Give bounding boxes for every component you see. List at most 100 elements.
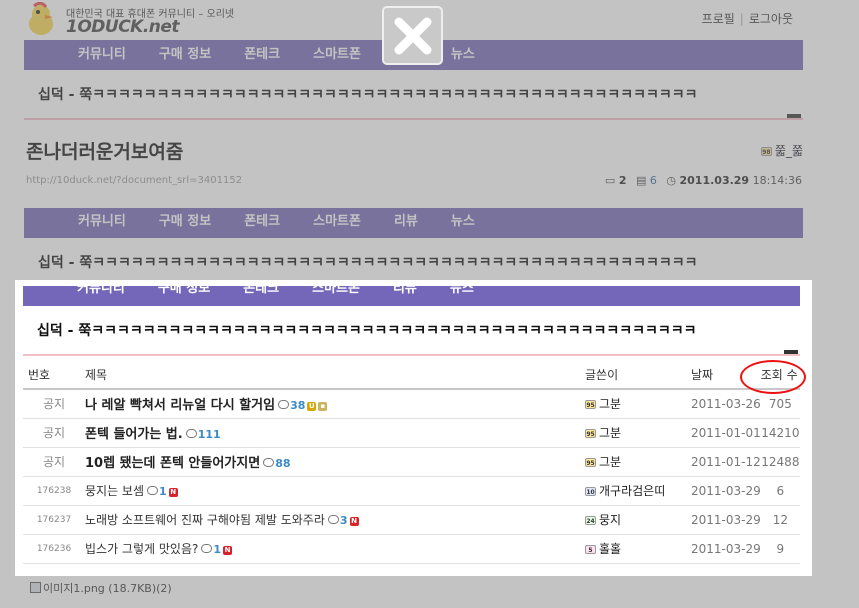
top-links: 프로필 | 로그아웃: [702, 10, 793, 27]
author-name: 쭓_쭓: [774, 144, 803, 158]
attachment-link[interactable]: 이미지1.png (18.7KB)(2): [30, 580, 172, 596]
row-title-link[interactable]: 폰텍 들어가는 법.: [85, 427, 183, 442]
document-date: 2011.03.29: [679, 174, 750, 187]
row-writer-cell: 24 뭉지: [583, 505, 691, 535]
close-icon: [394, 17, 432, 55]
row-writer[interactable]: 그분: [599, 426, 621, 440]
close-button[interactable]: [382, 6, 443, 65]
row-title-link[interactable]: 빕스가 그렇게 맛있음?: [85, 542, 198, 556]
file-icon: [30, 582, 41, 593]
level-icon: 98: [760, 147, 772, 156]
table-row[interactable]: 공지 나 레알 빡쳐서 리뉴얼 다시 할거임 38 U ▪ 95 그분 2011-03-…: [23, 389, 800, 419]
table-row[interactable]: 공지 10렙 됐는데 폰텍 안들어가지면 88 95 그분 2011-01-12 1…: [23, 447, 800, 477]
row-writer[interactable]: 그분: [599, 455, 621, 469]
nav-item-community[interactable]: 커뮤니티: [78, 40, 126, 70]
comment-icon: [263, 458, 275, 467]
row-date: 2011-03-29: [691, 505, 761, 535]
row-title-cell: 노래방 소프트웨어 진짜 구해야됨 제발 도와주라 3 N: [85, 505, 583, 535]
row-comment-count[interactable]: 3: [340, 514, 348, 527]
profile-link[interactable]: 프로필: [702, 12, 735, 26]
col-views-header[interactable]: 조회 수: [760, 361, 800, 390]
marquee-banner: 십덕 - 쭉ㅋㅋㅋㅋㅋㅋㅋㅋㅋㅋㅋㅋㅋㅋㅋㅋㅋㅋㅋㅋㅋㅋㅋㅋㅋㅋㅋㅋㅋㅋㅋㅋㅋㅋ…: [24, 70, 803, 120]
document-title: 존나더러운거보여줌: [26, 141, 184, 163]
level-icon: 95: [585, 400, 596, 410]
comment-icon: [185, 429, 197, 438]
marquee-text: 십덕 - 쭉ㅋㅋㅋㅋㅋㅋㅋㅋㅋㅋㅋㅋㅋㅋㅋㅋㅋㅋㅋㅋㅋㅋㅋㅋㅋㅋㅋㅋㅋㅋㅋㅋㅋㅋ…: [38, 255, 698, 271]
row-views: 12: [760, 505, 800, 535]
nav-item-community[interactable]: 커뮤니티: [77, 282, 125, 306]
row-comment-count[interactable]: 1: [159, 485, 167, 498]
new-badge-icon: N: [349, 517, 359, 526]
document-time: 18:14:36: [752, 174, 802, 187]
row-comment-count[interactable]: 1: [213, 543, 221, 556]
nav-item-phonetech[interactable]: 폰테크: [243, 282, 279, 306]
row-no: 공지: [23, 389, 85, 419]
attachment-label: 이미지1.png (18.7KB)(2): [43, 582, 172, 595]
table-row[interactable]: 176237 노래방 소프트웨어 진짜 구해야됨 제발 도와주라 3 N 24 뭉지 …: [23, 505, 800, 535]
row-title-link[interactable]: 노래방 소프트웨어 진짜 구해야됨 제발 도와주라: [85, 513, 325, 527]
nav-item-news[interactable]: 뉴스: [451, 40, 475, 70]
row-no: 176237: [23, 505, 85, 535]
row-comment-count[interactable]: 88: [275, 457, 290, 470]
table-row[interactable]: 공지 폰텍 들어가는 법. 111 95 그분 2011-01-01 14210: [23, 418, 800, 448]
row-comment-count[interactable]: 111: [198, 428, 221, 441]
row-title-cell: 나 레알 빡쳐서 리뉴얼 다시 할거임 38 U ▪: [85, 389, 583, 419]
logout-link[interactable]: 로그아웃: [749, 12, 793, 26]
level-icon: 5: [585, 545, 596, 554]
nav-item-phonetech[interactable]: 폰테크: [244, 40, 280, 70]
duck-logo-icon: [29, 2, 53, 35]
level-icon: 10: [585, 487, 596, 496]
marquee-scrollbar[interactable]: [784, 350, 798, 354]
col-title-header[interactable]: 제목: [85, 361, 583, 390]
row-writer[interactable]: 개구라검은띠: [599, 484, 665, 498]
comment-icon: [201, 544, 213, 553]
row-title-link[interactable]: 뭉지는 보셈: [85, 484, 144, 498]
nav-item-news: 뉴스: [450, 214, 475, 229]
row-title-cell: 10렙 됐는데 폰텍 안들어가지면 88: [85, 447, 583, 477]
marquee-text: 십덕 - 쭉ㅋㅋㅋㅋㅋㅋㅋㅋㅋㅋㅋㅋㅋㅋㅋㅋㅋㅋㅋㅋㅋㅋㅋㅋㅋㅋㅋㅋㅋㅋㅋㅋㅋㅋ…: [38, 87, 698, 103]
marquee-text: 십덕 - 쭉ㅋㅋㅋㅋㅋㅋㅋㅋㅋㅋㅋㅋㅋㅋㅋㅋㅋㅋㅋㅋㅋㅋㅋㅋㅋㅋㅋㅋㅋㅋㅋㅋㅋㅋ…: [37, 323, 697, 339]
marquee-scrollbar[interactable]: [787, 114, 801, 118]
col-no-header[interactable]: 번호: [23, 361, 85, 390]
comment-icon: ▭: [604, 174, 616, 187]
row-no: 공지: [23, 418, 85, 448]
row-writer-cell: 10 개구라검은띠: [583, 476, 691, 506]
comment-icon: [278, 400, 290, 410]
row-writer[interactable]: 홀홀: [599, 542, 621, 556]
nav-item-purchase[interactable]: 구매 정보: [158, 282, 210, 306]
nav-item-smartphone[interactable]: 스마트폰: [313, 40, 361, 70]
table-row[interactable]: 176236 빕스가 그렇게 맛있음? 1 N 5 홀홀 2011-03-29 9: [23, 534, 800, 564]
row-date: 2011-01-12: [691, 447, 761, 477]
comment-total: 2: [618, 174, 627, 187]
level-icon: 95: [585, 429, 596, 438]
nav-item-purchase: 구매 정보: [158, 214, 212, 229]
row-views: 9: [760, 534, 800, 564]
col-writer-header[interactable]: 글쓴이: [583, 361, 691, 390]
row-title-cell: 뭉지는 보셈 1 N: [85, 476, 583, 506]
col-date-header[interactable]: 날짜: [691, 361, 761, 390]
document-author[interactable]: 98 쭓_쭓: [760, 142, 803, 159]
updated-badge-icon: U: [307, 402, 317, 412]
row-no: 176236: [23, 534, 85, 564]
row-title-link[interactable]: 10렙 됐는데 폰텍 안들어가지면: [85, 456, 260, 471]
site-logo[interactable]: 대한민국 대표 휴대폰 커뮤니티 – 오리넷 1ODUCK.net: [26, 2, 234, 37]
row-comment-count[interactable]: 38: [290, 399, 305, 412]
table-row[interactable]: 176238 뭉지는 보셈 1 N 10 개구라검은띠 2011-03-29 6: [23, 476, 800, 506]
nav-item-smartphone[interactable]: 스마트폰: [312, 282, 360, 306]
nav-item-purchase[interactable]: 구매 정보: [159, 40, 211, 70]
nav-item-news[interactable]: 뉴스: [450, 282, 474, 306]
highlighted-region: 커뮤니티 구매 정보 폰테크 스마트폰 리뷰 뉴스 십덕 - 쭉ㅋㅋㅋㅋㅋㅋㅋㅋ…: [15, 280, 812, 576]
image-badge-icon: ▪: [318, 402, 328, 412]
row-views: 14210: [760, 418, 800, 448]
row-writer[interactable]: 그분: [599, 397, 621, 411]
trackback-icon: ▤: [635, 174, 647, 187]
row-writer[interactable]: 뭉지: [599, 513, 621, 527]
row-title-link[interactable]: 나 레알 빡쳐서 리뉴얼 다시 할거임: [85, 398, 275, 413]
row-title-cell: 폰텍 들어가는 법. 111: [85, 418, 583, 448]
row-date: 2011-03-29: [691, 476, 761, 506]
row-views: 705: [760, 389, 800, 419]
nav-item-review[interactable]: 리뷰: [393, 282, 417, 306]
document-url[interactable]: http://10duck.net/?document_srl=3401152: [26, 175, 242, 186]
marquee-banner: 십덕 - 쭉ㅋㅋㅋㅋㅋㅋㅋㅋㅋㅋㅋㅋㅋㅋㅋㅋㅋㅋㅋㅋㅋㅋㅋㅋㅋㅋㅋㅋㅋㅋㅋㅋㅋㅋ…: [23, 306, 800, 356]
row-date: 2011-03-26: [691, 389, 761, 419]
